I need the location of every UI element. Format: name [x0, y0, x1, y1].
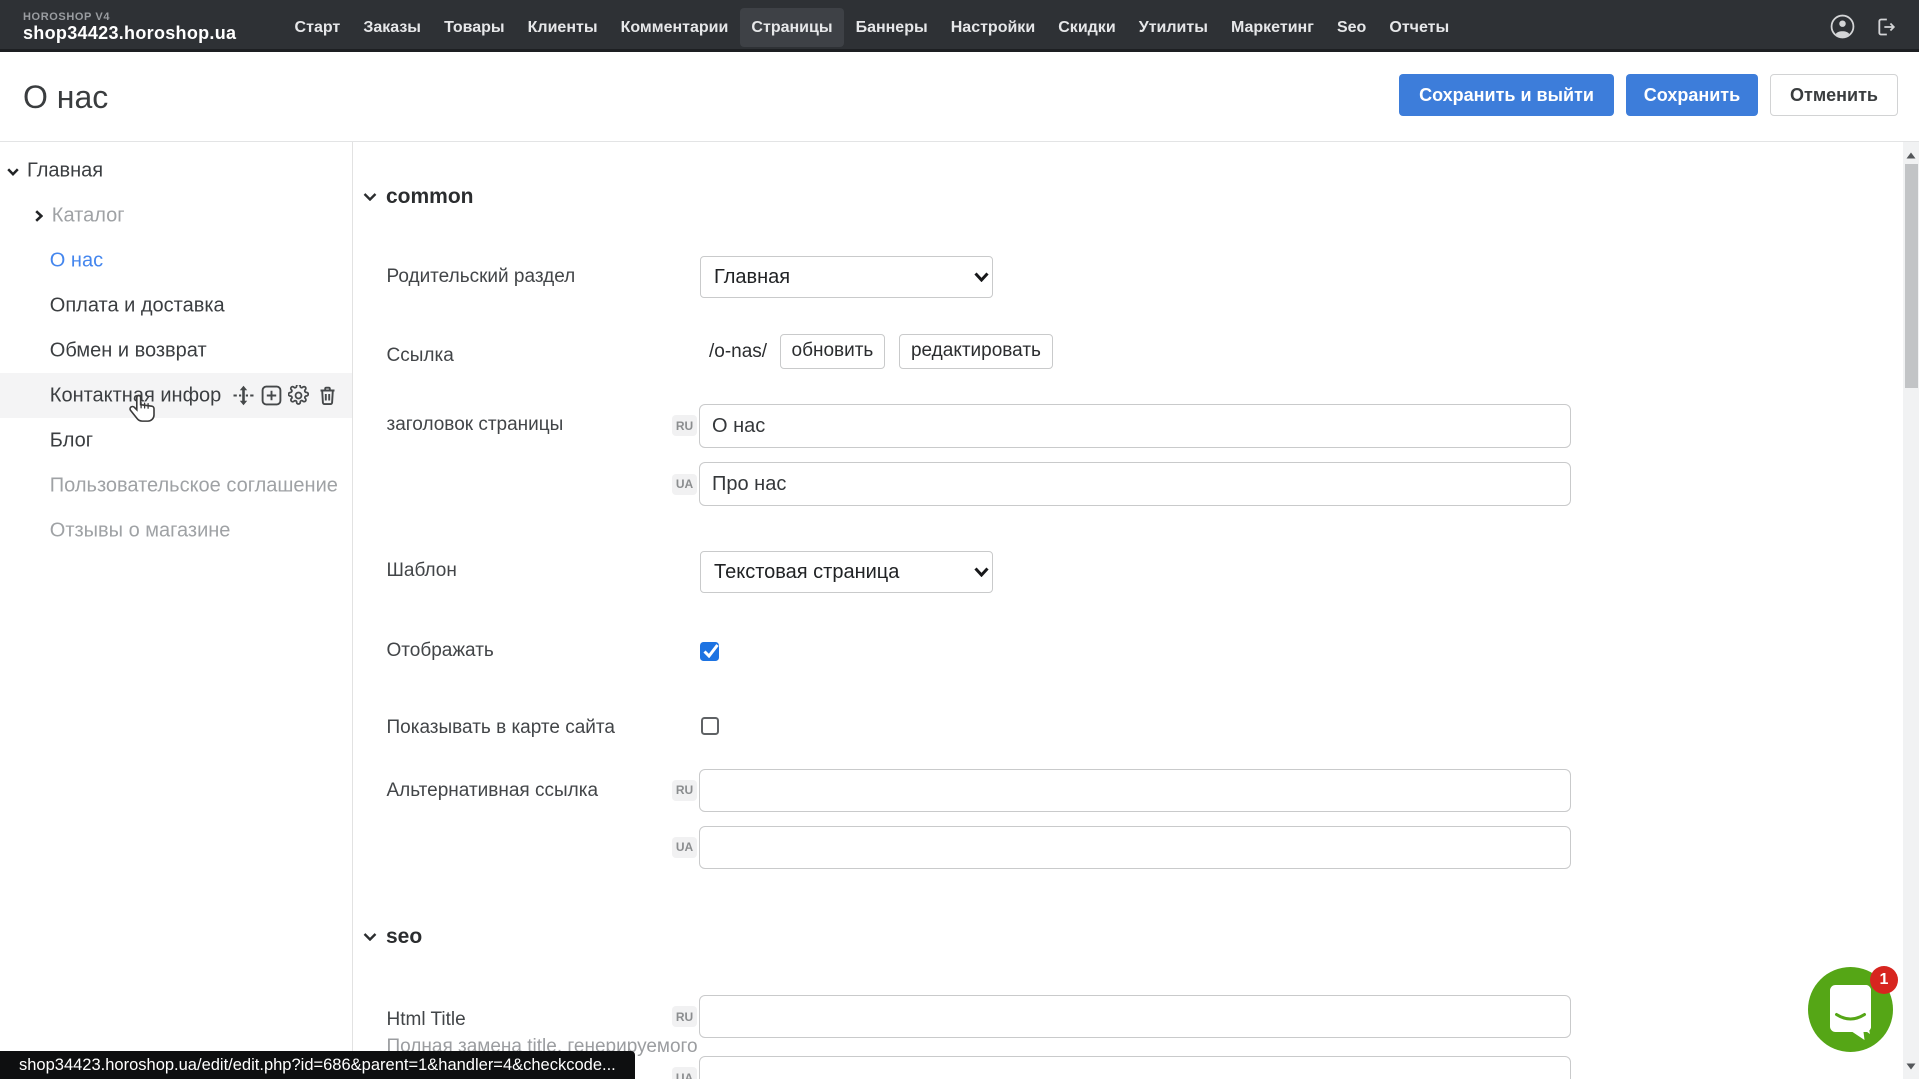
logout-icon[interactable] — [1876, 17, 1896, 37]
account-icon[interactable] — [1830, 14, 1855, 39]
link-edit-button[interactable]: редактировать — [899, 334, 1053, 369]
menu-item-11[interactable]: Маркетинг — [1219, 8, 1325, 47]
menu-item-12[interactable]: Seo — [1325, 8, 1377, 47]
tree-item-label: Пользовательское соглашение — [50, 474, 338, 497]
tree-item-9[interactable]: Отзывы о магазине — [0, 508, 352, 553]
alt-link-ua-input[interactable] — [699, 826, 1571, 869]
tree-item-5[interactable]: Обмен и возврат — [0, 328, 352, 373]
page-title: О нас — [23, 78, 108, 116]
link-label: Ссылка — [387, 344, 454, 367]
delete-icon[interactable] — [317, 385, 338, 406]
menu-item-1[interactable]: Старт — [283, 8, 352, 47]
alt-link-label: Альтернативная ссылка — [387, 779, 599, 802]
chevron-right-icon[interactable] — [35, 210, 43, 222]
chevron-down-icon — [363, 933, 377, 941]
tree-item-4[interactable]: Оплата и доставка — [0, 283, 352, 328]
menu-item-3[interactable]: Товары — [433, 8, 517, 47]
header-buttons: Сохранить и выйти Сохранить Отменить — [1399, 74, 1898, 116]
chevron-down-icon — [363, 193, 377, 201]
add-icon[interactable] — [261, 385, 282, 406]
display-label: Отображать — [387, 639, 494, 662]
save-and-exit-button[interactable]: Сохранить и выйти — [1399, 74, 1614, 116]
menu-item-4[interactable]: Клиенты — [516, 8, 609, 47]
lang-tag-ua: UA — [672, 474, 697, 495]
move-icon[interactable] — [233, 385, 254, 406]
tree-item-8[interactable]: Пользовательское соглашение — [0, 463, 352, 508]
parent-section-select[interactable]: Главная — [700, 256, 993, 298]
page-title-label: заголовок страницы — [387, 413, 564, 436]
page-title-ru-input[interactable] — [699, 404, 1571, 448]
tree-item-3[interactable]: О нас — [0, 238, 352, 283]
menu-item-9[interactable]: Скидки — [1047, 8, 1128, 47]
sitemap-label: Показывать в карте сайта — [387, 716, 615, 739]
tree-item-label: Главная — [27, 159, 103, 182]
check-icon — [702, 643, 719, 658]
menu-item-7[interactable]: Баннеры — [844, 8, 939, 47]
tree-item-label: О нас — [50, 249, 103, 272]
html-title-label: Html Title — [387, 1008, 466, 1031]
page-title-ua-input[interactable] — [699, 462, 1571, 506]
menu-item-6[interactable]: Страницы — [740, 8, 844, 47]
tree-item-label: Блог — [50, 429, 93, 452]
settings-icon[interactable] — [288, 385, 309, 406]
app-logo[interactable]: HOROSHOP V4 shop34423.horoshop.ua — [23, 11, 236, 44]
chat-unread-badge: 1 — [1870, 966, 1898, 994]
html-title-ru-input[interactable] — [699, 995, 1571, 1038]
top-navigation-bar: HOROSHOP V4 shop34423.horoshop.ua СтартЗ… — [0, 0, 1919, 52]
section-common[interactable]: common — [363, 185, 474, 209]
lang-tag-ru: RU — [672, 415, 697, 436]
chevron-down-icon[interactable] — [7, 168, 19, 176]
lang-tag-ru: RU — [672, 1006, 697, 1027]
menu-item-2[interactable]: Заказы — [352, 8, 433, 47]
alt-link-ru-input[interactable] — [699, 769, 1571, 812]
lang-tag-ua: UA — [672, 837, 697, 858]
tree-item-6[interactable]: Контактная инфор — [0, 373, 352, 418]
tree-item-label: Оплата и доставка — [50, 294, 225, 317]
main-form: common Родительский раздел Главная Ссылк… — [353, 142, 1897, 1079]
logo-domain: shop34423.horoshop.ua — [23, 23, 236, 44]
lang-tag-ua: UA — [672, 1067, 697, 1079]
menu-item-10[interactable]: Утилиты — [1127, 8, 1219, 47]
pages-tree-sidebar: Главная Каталог О нас Оплата и доставка Обме… — [0, 142, 353, 1079]
section-seo[interactable]: seo — [363, 925, 422, 949]
mouse-cursor — [129, 393, 155, 426]
parent-section-label: Родительский раздел — [387, 265, 576, 288]
main-menu: СтартЗаказыТоварыКлиентыКомментарииСтран… — [283, 8, 1461, 47]
template-label: Шаблон — [387, 559, 457, 582]
cancel-button[interactable]: Отменить — [1770, 74, 1898, 116]
sitemap-checkbox[interactable] — [701, 717, 719, 735]
logo-version: HOROSHOP V4 — [23, 11, 236, 23]
link-value: /o-nas/ — [709, 340, 767, 363]
template-select[interactable]: Текстовая страница — [700, 551, 993, 593]
tree-item-label: Обмен и возврат — [50, 339, 207, 362]
link-update-button[interactable]: обновить — [780, 334, 886, 369]
scrollbar-thumb[interactable] — [1905, 164, 1918, 388]
menu-item-8[interactable]: Настройки — [939, 8, 1047, 47]
menu-item-5[interactable]: Комментарии — [609, 8, 740, 47]
vertical-scrollbar[interactable] — [1903, 142, 1919, 1079]
menu-item-13[interactable]: Отчеты — [1378, 8, 1461, 47]
scroll-down-icon[interactable] — [1906, 1063, 1916, 1070]
save-button[interactable]: Сохранить — [1626, 74, 1758, 116]
tree-item-label: Каталог — [52, 204, 125, 227]
lang-tag-ru: RU — [672, 780, 697, 801]
tree-item-7[interactable]: Блог — [0, 418, 352, 463]
status-url-tooltip: shop34423.horoshop.ua/edit/edit.php?id=6… — [0, 1051, 635, 1079]
scroll-up-icon[interactable] — [1906, 152, 1916, 159]
html-title-ua-input[interactable] — [699, 1056, 1571, 1079]
page-header: О нас Сохранить и выйти Сохранить Отмени… — [0, 52, 1919, 142]
tree-item-label: Отзывы о магазине — [50, 519, 231, 542]
tree-item-1[interactable]: Главная — [0, 148, 352, 193]
display-checkbox[interactable] — [700, 642, 719, 661]
tree-item-2[interactable]: Каталог — [0, 193, 352, 238]
